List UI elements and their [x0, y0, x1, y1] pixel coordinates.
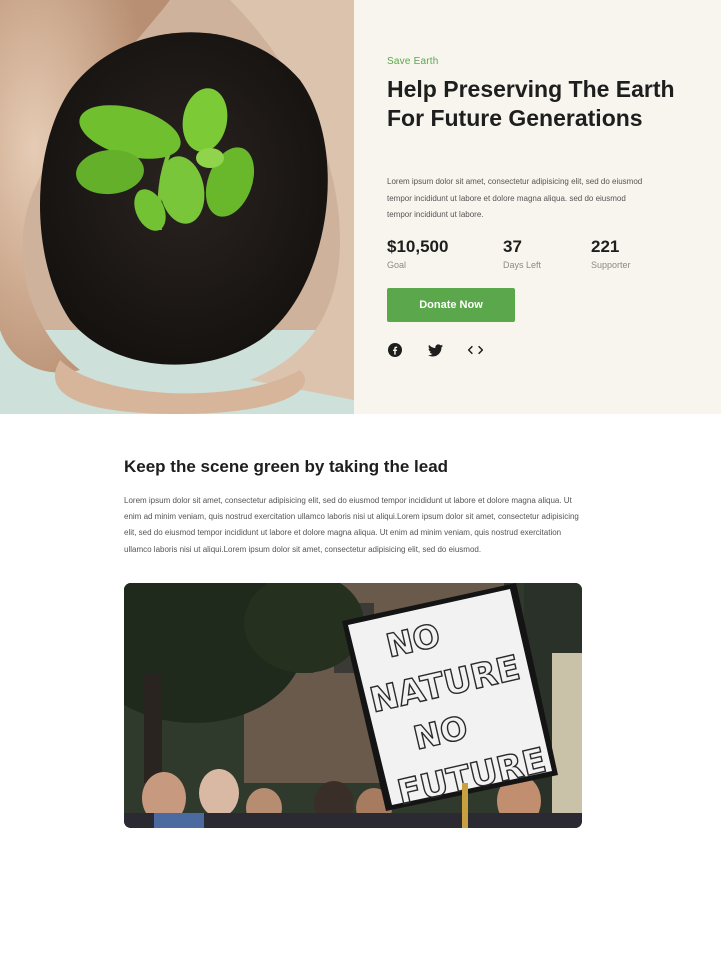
hero-description: Lorem ipsum dolor sit amet, consectetur … — [387, 177, 643, 219]
campaign-stats: $10,500 Goal 37 Days Left 221 Supporter — [387, 237, 687, 277]
stat-value: 37 — [503, 237, 522, 256]
stat-label: Supporter — [591, 260, 631, 270]
eyebrow-label: Save Earth — [387, 56, 439, 67]
facebook-icon[interactable] — [387, 342, 403, 358]
stat-days-left: 37 Days Left — [503, 237, 541, 270]
hero-section: Save Earth Help Preserving The Earth For… — [0, 0, 721, 414]
section-body: Lorem ipsum dolor sit amet, consectetur … — [124, 496, 579, 554]
twitter-icon[interactable] — [427, 342, 443, 358]
donate-now-button[interactable]: Donate Now — [387, 288, 515, 322]
stat-value: 221 — [591, 237, 620, 256]
protest-illustration: NO NATURE NO FUTURE — [124, 583, 582, 828]
plant-illustration — [0, 0, 354, 414]
plant-in-hands-image — [0, 0, 354, 414]
stat-label: Days Left — [503, 260, 542, 270]
stat-supporters: 221 Supporter — [591, 237, 631, 270]
stat-goal: $10,500 Goal — [387, 237, 448, 270]
stat-value: $10,500 — [387, 237, 449, 256]
protest-sign-image: NO NATURE NO FUTURE — [124, 583, 582, 828]
section-title: Keep the scene green by taking the lead — [124, 457, 449, 476]
hero-title: Help Preserving The Earth For Future Gen… — [387, 76, 675, 131]
code-icon[interactable] — [467, 342, 483, 358]
stat-label: Goal — [387, 260, 407, 270]
